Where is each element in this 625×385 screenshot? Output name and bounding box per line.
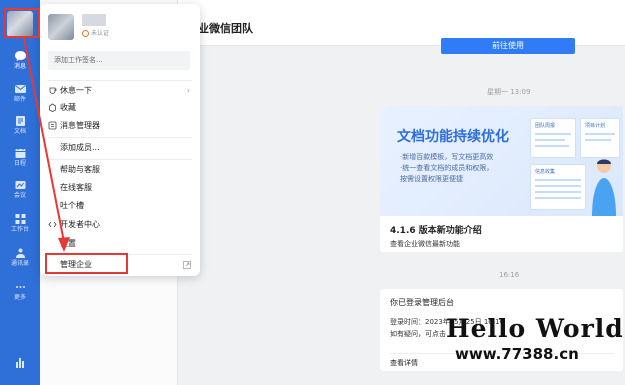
settings-bottom-icon[interactable] bbox=[13, 355, 27, 369]
menu-item-online-service[interactable]: 在线客服 bbox=[40, 180, 200, 196]
profile-avatar bbox=[48, 14, 74, 40]
login-help: 如有疑问，可点击 bbox=[390, 330, 446, 338]
mail-icon bbox=[14, 85, 26, 93]
template-preview: 信息收集 bbox=[530, 164, 586, 210]
left-sidebar: 消息 邮件 文档 日程 会议 工作台 通讯录 更多 bbox=[0, 0, 40, 385]
collect-icon bbox=[49, 103, 56, 112]
update-card[interactable]: 文档功能持续优化 ·新增百款模板，写文档更高效 ·统一查看文档的成员和权限， 按… bbox=[380, 106, 623, 252]
warning-icon bbox=[82, 30, 89, 37]
verification-status[interactable]: 未认证 bbox=[82, 28, 109, 37]
admin-login-title: 你已登录管理后台 bbox=[390, 298, 454, 307]
rest-icon bbox=[49, 87, 57, 94]
banner-title: 文档功能持续优化 bbox=[397, 129, 509, 145]
sidebar-item-label: 消息 bbox=[13, 63, 26, 70]
sidebar-item-label: 工作台 bbox=[10, 226, 29, 233]
code-icon bbox=[48, 221, 57, 228]
chat-title: 业微信团队 bbox=[198, 22, 253, 35]
sidebar-item-calendar[interactable]: 日程 bbox=[0, 144, 40, 176]
external-link-icon bbox=[183, 261, 191, 269]
more-icon bbox=[15, 286, 25, 288]
menu-item-help[interactable]: 帮助与客服 bbox=[40, 162, 200, 178]
card-heading: 4.1.6 版本新功能介绍 bbox=[390, 226, 482, 236]
watermark-title: Hello World bbox=[446, 314, 624, 343]
avatar-highlight-box bbox=[4, 8, 40, 38]
menu-item-add-member[interactable]: 添加成员... bbox=[40, 140, 200, 156]
template-preview: 项目计划 bbox=[580, 118, 620, 158]
profile-menu: 未认证 添加工作签名... 休息一下 › 收藏 消息管理器 添加成员... 帮助… bbox=[40, 4, 200, 276]
profile-name bbox=[82, 14, 106, 26]
sidebar-item-messages[interactable]: 消息 bbox=[0, 47, 40, 79]
sidebar-item-workbench[interactable]: 工作台 bbox=[0, 210, 40, 242]
sidebar-item-contacts[interactable]: 通讯录 bbox=[0, 244, 40, 276]
sidebar-item-label: 更多 bbox=[13, 294, 26, 301]
banner-text: ·新增百款模板，写文档更高效 ·统一查看文档的成员和权限， 按需设置权限更便捷 bbox=[400, 153, 494, 183]
manage-enterprise-highlight-box bbox=[45, 253, 128, 274]
menu-item-message-manager[interactable]: 消息管理器 bbox=[40, 118, 200, 134]
workbench-icon bbox=[15, 214, 25, 224]
message-manager-icon bbox=[48, 121, 57, 130]
contacts-icon bbox=[15, 248, 25, 258]
sidebar-item-mail[interactable]: 邮件 bbox=[0, 80, 40, 112]
timestamp: 星期一 13:09 bbox=[487, 88, 531, 96]
message-icon bbox=[14, 51, 26, 61]
menu-item-settings[interactable]: 设置 bbox=[40, 236, 200, 252]
sidebar-item-more[interactable]: 更多 bbox=[0, 278, 40, 310]
chevron-right-icon: › bbox=[186, 86, 190, 95]
signature-input[interactable]: 添加工作签名... bbox=[48, 51, 190, 70]
card-subtitle: 查看企业微信最新功能 bbox=[390, 240, 460, 248]
use-now-button[interactable]: 前往使用 bbox=[441, 38, 575, 54]
doc-icon bbox=[15, 116, 25, 126]
timestamp: 16:16 bbox=[499, 271, 520, 279]
update-banner: 文档功能持续优化 ·新增百款模板，写文档更高效 ·统一查看文档的成员和权限， 按… bbox=[380, 106, 623, 216]
menu-item-collect[interactable]: 收藏 bbox=[40, 100, 200, 116]
sidebar-item-label: 通讯录 bbox=[10, 260, 29, 267]
menu-item-rest[interactable]: 休息一下 › bbox=[40, 83, 200, 99]
sidebar-item-docs[interactable]: 文档 bbox=[0, 112, 40, 144]
calendar-icon bbox=[15, 148, 25, 158]
template-preview: 团队周报 bbox=[530, 118, 576, 158]
sidebar-item-label: 日程 bbox=[13, 160, 26, 167]
sidebar-item-meeting[interactable]: 会议 bbox=[0, 176, 40, 208]
person-illustration bbox=[592, 159, 616, 216]
watermark-url: www.77388.cn bbox=[455, 345, 579, 363]
menu-item-developer[interactable]: 开发者中心 bbox=[40, 217, 200, 233]
sidebar-item-label: 会议 bbox=[13, 192, 26, 199]
menu-item-feedback[interactable]: 吐个槽 bbox=[40, 198, 200, 214]
sidebar-item-label: 文档 bbox=[13, 128, 26, 135]
sidebar-item-label: 邮件 bbox=[13, 96, 26, 103]
meeting-icon bbox=[15, 181, 25, 189]
